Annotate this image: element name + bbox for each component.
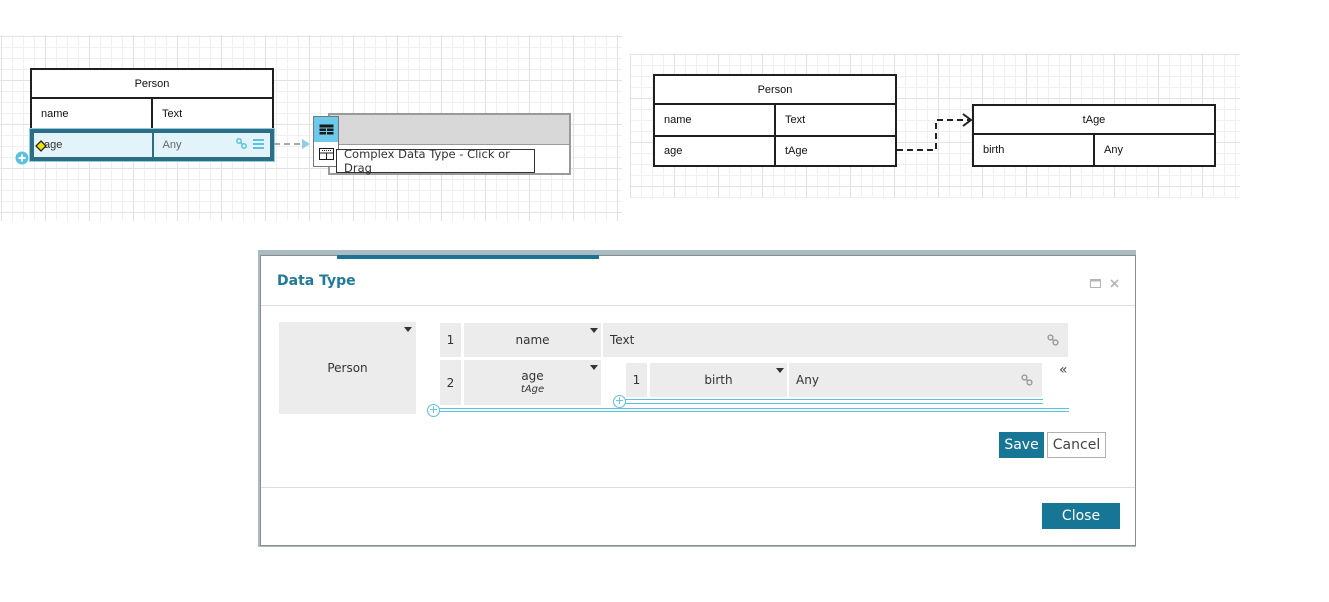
insert-line — [625, 403, 1043, 404]
field-name[interactable]: age — [34, 133, 152, 157]
chevron-down-icon[interactable] — [404, 327, 412, 332]
field-type-input[interactable]: Text — [603, 323, 1068, 357]
field-name-select[interactable]: name — [464, 323, 601, 357]
field-name: age — [521, 368, 544, 383]
type-name: Person — [327, 361, 368, 375]
dialog-accent-bar — [337, 255, 599, 259]
chevron-down-icon[interactable] — [590, 328, 598, 333]
insert-line — [625, 399, 1043, 400]
entity-person[interactable]: Person name Text age tAge — [653, 74, 897, 167]
nested-field-index: 1 — [626, 363, 647, 397]
field-name[interactable]: name — [655, 105, 774, 135]
menu-icon[interactable] — [253, 138, 264, 152]
field-name[interactable]: name — [32, 99, 151, 129]
nested-field-name-select[interactable]: birth — [650, 363, 787, 397]
close-icon[interactable] — [1110, 273, 1119, 292]
cancel-button[interactable]: Cancel — [1047, 432, 1106, 458]
add-field-button[interactable]: + — [427, 404, 440, 417]
chevron-down-icon[interactable] — [776, 368, 784, 373]
connector-line — [274, 139, 310, 149]
field-name-select[interactable]: age tAge — [464, 360, 601, 405]
divider — [261, 305, 1135, 306]
collapse-icon[interactable]: « — [1059, 362, 1068, 378]
dialog-title: Data Type — [277, 273, 356, 289]
plus-circle-icon[interactable] — [15, 151, 29, 165]
insert-line — [439, 408, 1069, 409]
field-subtype: tAge — [520, 383, 545, 395]
nested-field-type-input[interactable]: Any — [789, 363, 1042, 397]
entity-row[interactable]: birth Any — [974, 135, 1214, 165]
diamond-handle-icon[interactable] — [35, 140, 47, 152]
relation-connector — [897, 113, 973, 151]
link-icon[interactable] — [236, 138, 247, 152]
link-icon[interactable] — [1021, 374, 1033, 386]
entity-row[interactable]: name Text — [655, 105, 895, 135]
save-button[interactable]: Save — [999, 432, 1044, 458]
field-name: birth — [704, 373, 733, 387]
field-type[interactable]: Text — [774, 105, 895, 135]
chevron-down-icon[interactable] — [590, 365, 598, 370]
entity-tage[interactable]: tAge birth Any — [972, 104, 1216, 167]
link-icon[interactable] — [1047, 334, 1059, 346]
field-type: Text — [610, 333, 635, 347]
field-name: name — [515, 333, 550, 347]
type-name-select[interactable]: Person — [279, 322, 416, 414]
add-nested-field-button[interactable]: + — [613, 395, 626, 408]
insert-line — [439, 411, 1069, 412]
field-index: 2 — [440, 360, 461, 405]
field-index: 1 — [440, 323, 461, 357]
field-name[interactable]: birth — [974, 135, 1093, 165]
field-type: Any — [796, 373, 819, 387]
entity-title: tAge — [974, 106, 1214, 135]
field-type[interactable]: tAge — [774, 137, 895, 165]
entity-title: Person — [655, 76, 895, 105]
data-type-dialog: Data Type Person 1 name Text 2 age tAge … — [260, 255, 1136, 546]
table-alt-icon[interactable] — [314, 142, 338, 166]
field-name[interactable]: age — [655, 137, 774, 165]
entity-title: Person — [32, 70, 272, 99]
maximize-icon[interactable] — [1090, 273, 1101, 292]
close-button[interactable]: Close — [1042, 503, 1120, 529]
field-type[interactable]: Any — [1093, 135, 1214, 165]
entity-row-selected[interactable]: age Any — [29, 128, 275, 162]
entity-person[interactable]: Person name Text age Any — [29, 68, 275, 162]
tooltip: Complex Data Type - Click or Drag — [336, 147, 535, 175]
entity-row[interactable]: age tAge — [655, 135, 895, 165]
divider — [261, 487, 1135, 488]
table-icon[interactable] — [314, 117, 338, 142]
entity-row[interactable]: name Text — [32, 99, 272, 129]
field-type[interactable]: Text — [151, 99, 272, 129]
